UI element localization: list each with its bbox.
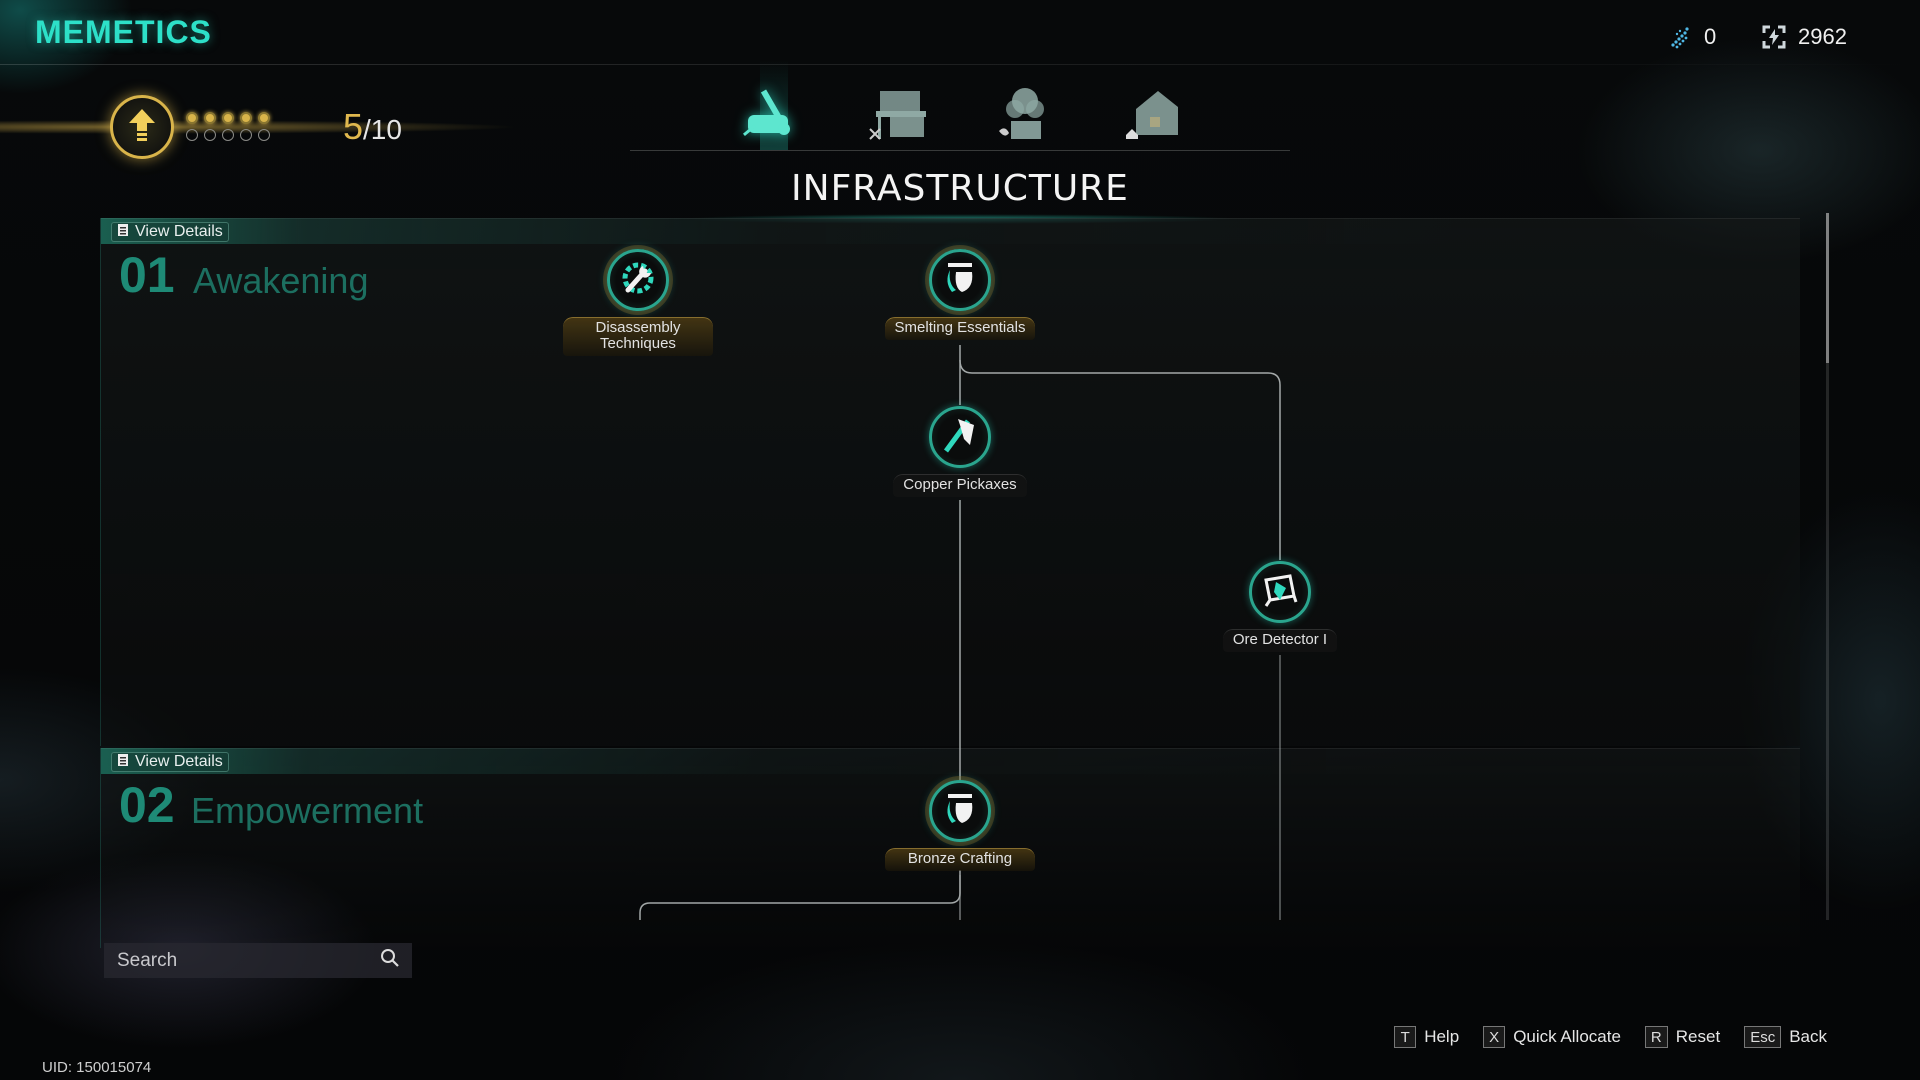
- tabs-underline: [630, 150, 1290, 151]
- quick-allocate-button[interactable]: X Quick Allocate: [1483, 1026, 1621, 1048]
- skill-node-ring: [929, 249, 991, 311]
- view-details-button[interactable]: View Details: [111, 222, 229, 242]
- tab-housing[interactable]: [1112, 88, 1192, 148]
- currency-energy-chips: 2962: [1762, 24, 1847, 50]
- level-dot-filled: [240, 112, 252, 124]
- level-current: 5: [343, 106, 364, 147]
- level-up-badge[interactable]: [110, 95, 174, 159]
- workbench-icon: [868, 85, 928, 148]
- key-hint: Esc: [1744, 1026, 1782, 1048]
- tab-farming[interactable]: [985, 88, 1065, 148]
- active-tab-title: INFRASTRUCTURE: [791, 168, 1129, 209]
- document-icon: [117, 223, 129, 242]
- crucible-icon: [940, 258, 980, 303]
- search-input[interactable]: [117, 949, 357, 972]
- key-hint: R: [1644, 1026, 1668, 1048]
- view-details-label: View Details: [135, 753, 223, 770]
- app-title: MEMETICS: [35, 14, 212, 50]
- skill-node-label: Bronze Crafting: [885, 848, 1035, 871]
- chainsaw-icon: [740, 85, 800, 148]
- view-details-button[interactable]: View Details: [111, 752, 229, 772]
- hotkey-bar: T Help X Quick Allocate R Reset Esc Back: [1394, 1026, 1827, 1048]
- back-button[interactable]: Esc Back: [1744, 1026, 1827, 1048]
- user-id: UID: 150015074: [42, 1059, 152, 1076]
- skill-node-label: Ore Detector I: [1222, 629, 1338, 652]
- skill-node-ring: [607, 249, 669, 311]
- skill-node-ring: [929, 406, 991, 468]
- key-hint: T: [1394, 1026, 1417, 1048]
- level-dot-filled: [258, 112, 270, 124]
- help-button[interactable]: T Help: [1394, 1026, 1459, 1048]
- scrollbar-thumb[interactable]: [1826, 213, 1829, 363]
- skill-node-copper[interactable]: Copper Pickaxes: [880, 406, 1040, 497]
- skill-node-bronze[interactable]: Bronze Crafting: [880, 780, 1040, 871]
- skill-node-ore-detector[interactable]: Ore Detector I: [1200, 561, 1360, 652]
- search-box[interactable]: [104, 943, 412, 978]
- level-counter: 5/10: [343, 106, 402, 148]
- level-dot-filled: [186, 112, 198, 124]
- energy-chip-count: 2962: [1798, 24, 1847, 49]
- reset-button[interactable]: R Reset: [1644, 1026, 1721, 1048]
- key-hint: X: [1483, 1026, 1506, 1048]
- currency-meme-shards: 0: [1668, 24, 1716, 50]
- wrench-gear-icon: [618, 258, 658, 303]
- crucible-icon: [940, 789, 980, 834]
- document-icon: [117, 753, 129, 772]
- skill-node-disassembly[interactable]: Disassembly Techniques: [558, 249, 718, 356]
- energy-chip-icon: [1762, 25, 1786, 49]
- level-dot-empty: [240, 129, 252, 141]
- section-header: View Details: [101, 218, 1800, 244]
- hotkey-label: Reset: [1675, 1027, 1721, 1046]
- meme-shard-icon: [1668, 25, 1692, 49]
- skill-node-label: Smelting Essentials: [884, 317, 1036, 340]
- section-header: View Details: [101, 748, 1800, 774]
- section-name: Awakening: [193, 260, 369, 301]
- level-dot-empty: [222, 129, 234, 141]
- search-icon[interactable]: [380, 948, 400, 973]
- section-number: 02: [119, 777, 175, 833]
- meme-shard-count: 0: [1704, 24, 1717, 49]
- section-number: 01: [119, 247, 175, 303]
- hotkey-label: Back: [1789, 1027, 1827, 1046]
- skill-node-ring: [929, 780, 991, 842]
- skill-node-label: Copper Pickaxes: [893, 474, 1027, 497]
- ore-detector-icon: [1260, 570, 1300, 615]
- house-icon: [1122, 85, 1182, 148]
- section-name: Empowerment: [191, 790, 424, 831]
- arrow-up-icon: [127, 107, 157, 148]
- level-progress-dots: [186, 112, 270, 141]
- skill-node-ring: [1249, 561, 1311, 623]
- tab-infrastructure[interactable]: [730, 88, 810, 148]
- level-dot-filled: [222, 112, 234, 124]
- skill-node-smelting[interactable]: Smelting Essentials: [880, 249, 1040, 340]
- level-dot-empty: [186, 129, 198, 141]
- pickaxe-icon: [940, 415, 980, 460]
- level-dot-empty: [204, 129, 216, 141]
- tab-workbench[interactable]: [858, 88, 938, 148]
- hotkey-label: Quick Allocate: [1513, 1027, 1621, 1046]
- header-divider: [0, 64, 1920, 65]
- view-details-label: View Details: [135, 223, 223, 240]
- level-dot-empty: [258, 129, 270, 141]
- plant-icon: [995, 85, 1055, 148]
- level-max: /10: [363, 114, 402, 145]
- level-dot-filled: [204, 112, 216, 124]
- skill-node-label: Disassembly Techniques: [563, 317, 713, 356]
- hotkey-label: Help: [1424, 1027, 1460, 1046]
